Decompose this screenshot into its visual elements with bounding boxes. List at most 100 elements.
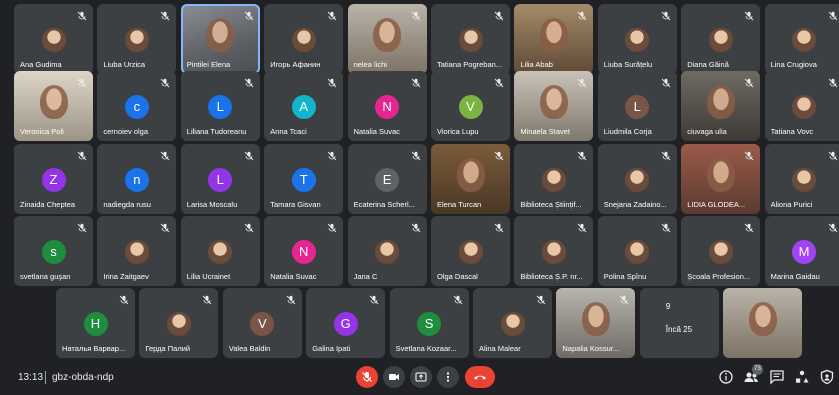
participant-row: Veronica Poli c cernoiev olga L Liliana Tudo… (14, 71, 839, 141)
mic-off-icon (828, 148, 838, 161)
participant-tile[interactable]: Lilia Abab (514, 4, 594, 74)
camera-toggle-button[interactable] (383, 366, 405, 388)
mic-off-icon (828, 75, 838, 88)
participant-tile[interactable]: Biblioteca Științif... (514, 144, 594, 214)
participant-name: Tatiana Vovc (770, 127, 814, 136)
participant-tile[interactable]: Игорь Афанин (264, 4, 344, 74)
participant-name: Viorica Lupu (437, 127, 479, 136)
participant-tile[interactable]: Aliona Purici (764, 144, 839, 214)
participant-tile[interactable]: T Tamara Gisvan (264, 144, 344, 214)
participant-name: Larisa Moscalu (186, 200, 238, 209)
participant-tile[interactable]: G Galina Ipati (306, 288, 386, 358)
participant-tile[interactable]: c cernoiev olga (97, 71, 177, 141)
mic-toggle-button[interactable] (356, 366, 378, 388)
participant-tile[interactable]: Veronica Poli (14, 71, 93, 141)
participant-tile[interactable]: Герда Палий (139, 288, 219, 358)
mic-off-icon (327, 220, 337, 233)
participant-tile[interactable]: Liuba Urzica (97, 4, 177, 74)
info-icon[interactable] (718, 369, 734, 385)
participant-tile[interactable]: Jana C (347, 216, 427, 286)
participant-name: Lina Crugiova (770, 60, 817, 69)
mic-off-icon (202, 292, 212, 305)
mic-off-icon (411, 75, 421, 88)
participant-name: Jana C (353, 272, 378, 281)
avatar-initial: G (333, 312, 358, 336)
participant-tile[interactable]: Polina Spînu (597, 216, 677, 286)
participant-tile[interactable]: n nadiegda rusu (97, 144, 177, 214)
participant-tile[interactable]: Alina Malear (473, 288, 552, 358)
participant-tile[interactable]: Liuba Surățelu (597, 4, 677, 74)
participant-name: Наталья Варвар... (62, 344, 126, 353)
present-button[interactable] (410, 366, 432, 388)
participant-tile[interactable]: ciuvaga ulia (681, 71, 761, 141)
participant-tile[interactable]: N Natalia Suvac (347, 71, 427, 141)
more-options-button[interactable] (437, 366, 459, 388)
participant-tile[interactable]: Napalia Kossur... (556, 288, 636, 358)
phone-hangup-icon (474, 375, 486, 380)
participant-tile[interactable]: H Наталья Варвар... (56, 288, 135, 358)
video-feed (456, 158, 485, 192)
participant-tile[interactable]: Tatiana Vovc (764, 71, 839, 141)
more-participants-tile[interactable]: 9 Încă 25 (639, 288, 719, 358)
participant-tile[interactable] (723, 288, 803, 358)
mic-off-icon (411, 148, 421, 161)
participant-tile[interactable]: S Svetlana Kozaar... (389, 288, 469, 358)
participant-tile[interactable]: Biblioteca Ș.P. nr... (514, 216, 594, 286)
chat-icon[interactable] (769, 369, 785, 385)
participant-tile[interactable]: LIDIA GLODEA... (681, 144, 761, 214)
participant-tile[interactable]: V Viorica Lupu (431, 71, 510, 141)
more-count: 9 (665, 302, 671, 311)
participant-name: Valea Baldin (228, 344, 271, 353)
avatar-initial: V (458, 95, 483, 119)
avatar-initial: L (208, 168, 233, 192)
participant-tile[interactable]: Școala Profesion... (681, 216, 761, 286)
participant-tile[interactable]: Snejana Zadaino... (597, 144, 677, 214)
mic-off-icon (362, 372, 372, 382)
participant-tile[interactable]: Irina Zaitgaev (97, 216, 177, 286)
avatar-initial: A (291, 95, 316, 119)
participant-tile[interactable]: Z Zinaida Cheptea (14, 144, 93, 214)
participant-name: Lilia Ucrainet (186, 272, 231, 281)
participant-tile[interactable]: M Marina Gaidau (764, 216, 839, 286)
avatar-photo (291, 28, 316, 52)
avatar-photo (625, 240, 650, 264)
participant-tile[interactable]: nelea lichi (347, 4, 427, 74)
participant-tile[interactable]: A Anna Tcaci (264, 71, 344, 141)
participant-tile[interactable]: Minaela Stavet (514, 71, 594, 141)
mic-off-icon (411, 220, 421, 233)
participant-name: Elena Turcan (437, 200, 482, 209)
participant-tile[interactable]: Lina Crugiova (764, 4, 839, 74)
participant-tile[interactable]: Diana Găină (681, 4, 761, 74)
participant-tile[interactable]: s svetlana guşan (14, 216, 93, 286)
participant-tile[interactable]: L Liudmila Corja (597, 71, 677, 141)
mic-off-icon (327, 148, 337, 161)
avatar-initial: V (250, 312, 275, 336)
avatar-photo (708, 240, 733, 264)
participant-tile[interactable]: Elena Turcan (431, 144, 510, 214)
activities-icon[interactable] (794, 369, 810, 385)
participant-tile[interactable]: L Liliana Tudoreanu (180, 71, 260, 141)
participant-tile[interactable]: V Valea Baldin (222, 288, 302, 358)
participant-tile[interactable]: N Natalia Suvac (264, 216, 344, 286)
avatar-initial: H (83, 312, 108, 336)
leave-call-button[interactable] (465, 366, 495, 388)
participant-tile[interactable]: Tatiana Pogreban... (431, 4, 510, 74)
avatar-initial: N (291, 240, 316, 264)
video-feed (39, 85, 68, 119)
participant-tile[interactable]: Olga Dascal (431, 216, 510, 286)
participant-name: Irina Zaitgaev (103, 272, 149, 281)
mic-off-icon (828, 8, 838, 21)
avatar-photo (792, 168, 817, 192)
participant-tile[interactable]: Ana Gudima (14, 4, 93, 74)
participant-name: Aliona Purici (770, 200, 813, 209)
participant-tile[interactable]: L Larisa Moscalu (180, 144, 260, 214)
avatar-initial: L (625, 95, 650, 119)
avatar-initial: N (375, 95, 400, 119)
participant-tile[interactable]: Lilia Ucrainet (180, 216, 260, 286)
mic-off-icon (577, 148, 587, 161)
participant-tile[interactable]: Pintilei Elena (180, 4, 260, 74)
more-vert-icon (446, 372, 450, 382)
participant-name: nelea lichi (353, 60, 387, 69)
participant-tile[interactable]: E Ecaterina Scherl... (347, 144, 427, 214)
security-icon[interactable] (819, 369, 835, 385)
